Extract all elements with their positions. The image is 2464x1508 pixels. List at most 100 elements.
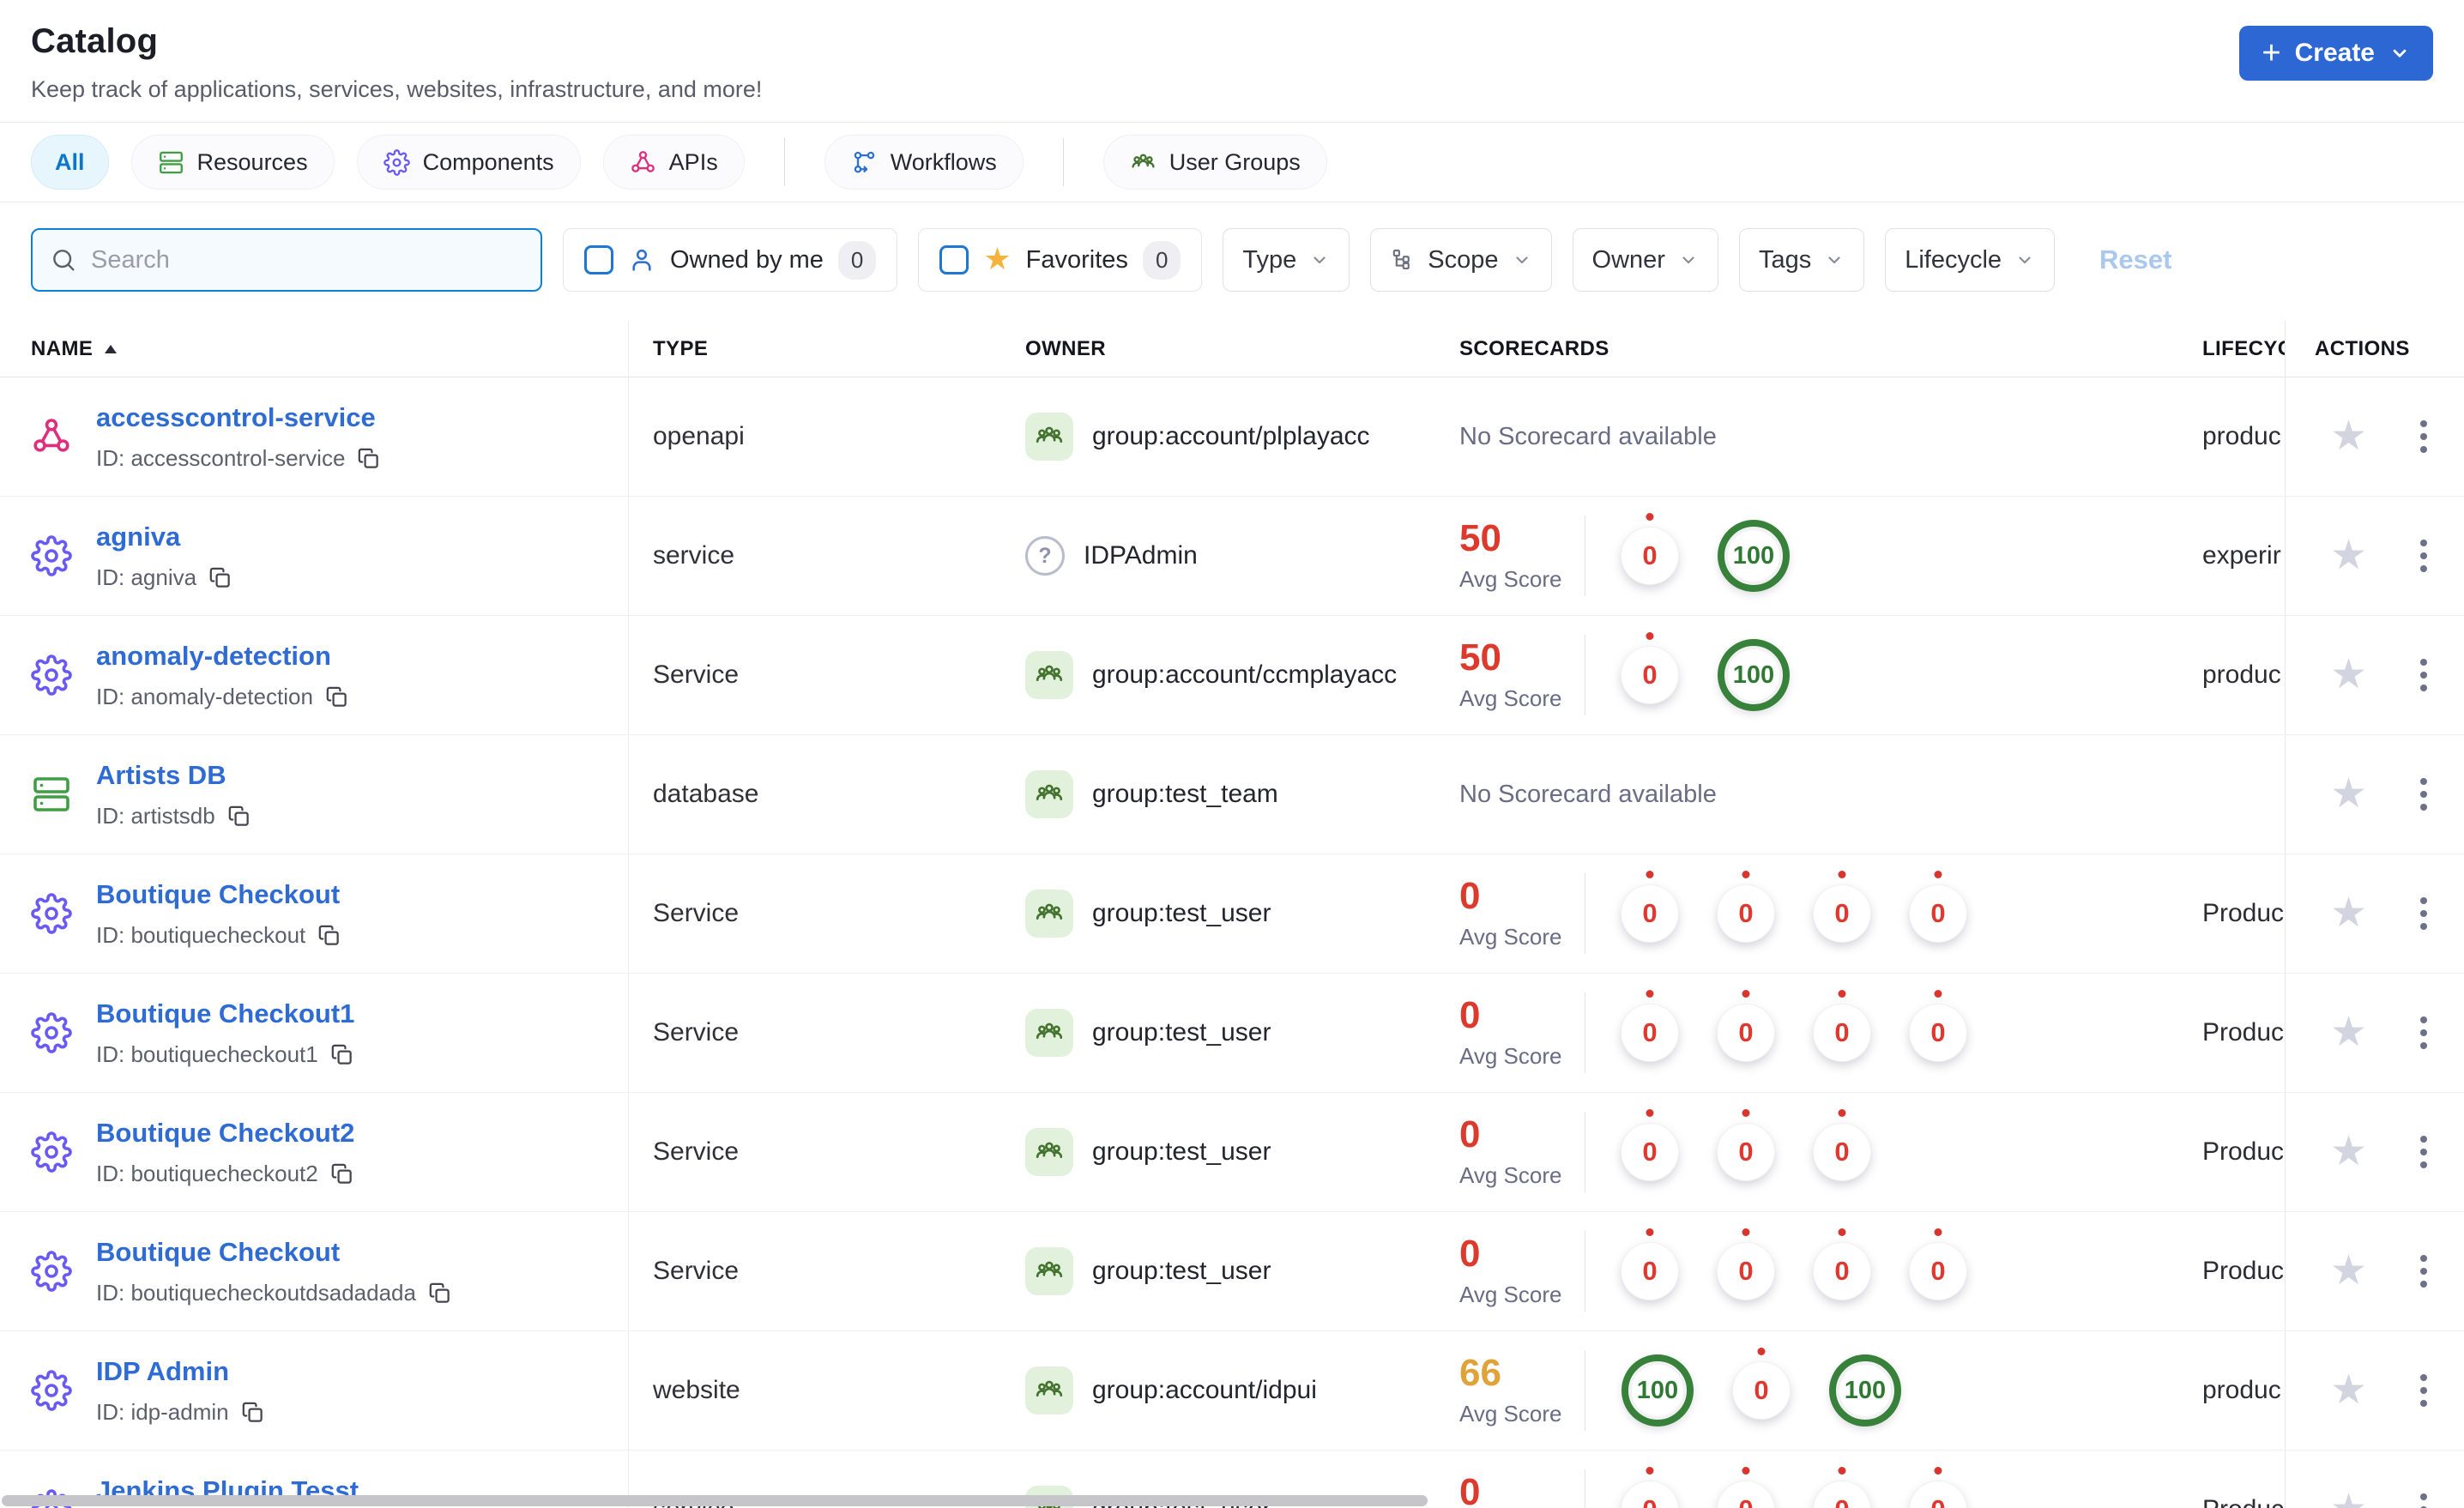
search-box[interactable]	[31, 228, 542, 292]
favorite-star-icon[interactable]	[2330, 893, 2367, 934]
scorecard-score-circle[interactable]: 0	[1622, 1124, 1678, 1180]
favorites-filter[interactable]: Favorites 0	[918, 228, 1203, 292]
scorecard-score-circle[interactable]: 100	[1718, 639, 1790, 711]
owned-by-me-checkbox[interactable]	[584, 245, 613, 274]
filter-dropdown-type[interactable]: Type	[1223, 228, 1350, 292]
scorecard-score-circle[interactable]: 0	[1718, 1004, 1774, 1061]
scorecard-score-circle[interactable]: 100	[1718, 520, 1790, 592]
scorecard-score-circle[interactable]: 0	[1622, 885, 1678, 942]
tab-user-groups[interactable]: User Groups	[1102, 135, 1327, 190]
dropdown-label: Tags	[1758, 245, 1812, 274]
scorecards-cell: No Scorecard available	[1430, 377, 2165, 496]
table-row[interactable]: Boutique Checkout2 ID: boutiquecheckout2 S…	[0, 1093, 2464, 1212]
horizontal-scrollbar-thumb[interactable]	[2, 1495, 1428, 1506]
filter-dropdown-tags[interactable]: Tags	[1738, 228, 1865, 292]
scorecard-score-circle[interactable]: 0	[1718, 1243, 1774, 1300]
entity-name-link[interactable]: IDP Admin	[96, 1356, 264, 1387]
scorecard-score-circle[interactable]: 0	[1814, 1481, 1870, 1508]
scorecard-score-circle[interactable]: 0	[1814, 1243, 1870, 1300]
scorecard-score-circle[interactable]: 0	[1814, 885, 1870, 942]
column-header-name[interactable]: NAME	[0, 321, 629, 377]
scorecard-score-circle[interactable]: 0	[1718, 885, 1774, 942]
copy-icon[interactable]	[428, 1282, 451, 1305]
create-button[interactable]: Create	[2239, 26, 2433, 81]
table-row[interactable]: IDP Admin ID: idp-admin website group:accou…	[0, 1331, 2464, 1451]
kebab-menu-icon[interactable]	[2407, 1012, 2441, 1053]
copy-icon[interactable]	[330, 1162, 353, 1185]
scorecard-score-circle[interactable]: 100	[1622, 1354, 1694, 1427]
dropdown-label: Scope	[1428, 245, 1499, 274]
scorecard-score-circle[interactable]: 0	[1814, 1124, 1870, 1180]
search-input[interactable]	[91, 245, 523, 274]
tab-resources[interactable]: Resources	[130, 135, 335, 190]
filter-dropdown-owner[interactable]: Owner	[1572, 228, 1718, 292]
favorite-star-icon[interactable]	[2330, 1489, 2367, 1508]
favorite-star-icon[interactable]	[2330, 1012, 2367, 1053]
entity-name-link[interactable]: Artists DB	[96, 760, 251, 791]
kebab-menu-icon[interactable]	[2407, 535, 2441, 576]
filter-dropdown-scope[interactable]: Scope	[1370, 228, 1552, 292]
copy-icon[interactable]	[330, 1043, 353, 1066]
scorecard-score-circle[interactable]: 0	[1718, 1481, 1774, 1508]
copy-icon[interactable]	[208, 566, 232, 589]
favorite-star-icon[interactable]	[2330, 774, 2367, 815]
favorite-star-icon[interactable]	[2330, 1131, 2367, 1173]
column-header-actions: ACTIONS	[2285, 321, 2464, 377]
favorite-star-icon[interactable]	[2330, 1251, 2367, 1292]
table-row[interactable]: accesscontrol-service ID: accesscontrol-s…	[0, 377, 2464, 497]
table-row[interactable]: Boutique Checkout1 ID: boutiquecheckout1 S…	[0, 974, 2464, 1093]
scorecard-score-circle[interactable]: 100	[1829, 1354, 1901, 1427]
scorecard-score-circle[interactable]: 0	[1622, 1481, 1678, 1508]
copy-icon[interactable]	[241, 1401, 264, 1424]
favorite-star-icon[interactable]	[2330, 416, 2367, 457]
entity-name-link[interactable]: agniva	[96, 522, 232, 552]
entity-name-link[interactable]: Boutique Checkout1	[96, 998, 354, 1029]
owned-by-me-filter[interactable]: Owned by me 0	[563, 228, 898, 292]
favorite-star-icon[interactable]	[2330, 1370, 2367, 1411]
scorecard-score-circle[interactable]: 0	[1622, 528, 1678, 584]
entity-name-link[interactable]: Boutique Checkout2	[96, 1118, 354, 1149]
favorites-checkbox[interactable]	[939, 245, 969, 274]
kebab-menu-icon[interactable]	[2407, 1131, 2441, 1173]
entity-name-link[interactable]: anomaly-detection	[96, 641, 348, 672]
copy-icon[interactable]	[357, 447, 380, 470]
tab-components[interactable]: Components	[356, 135, 581, 190]
table-row[interactable]: Boutique Checkout ID: boutiquecheckout Ser…	[0, 854, 2464, 974]
copy-icon[interactable]	[227, 805, 251, 828]
favorite-star-icon[interactable]	[2330, 654, 2367, 696]
kebab-menu-icon[interactable]	[2407, 654, 2441, 696]
entity-name-link[interactable]: accesscontrol-service	[96, 402, 380, 433]
scorecard-score-circle[interactable]: 0	[1910, 1481, 1966, 1508]
kebab-menu-icon[interactable]	[2407, 774, 2441, 815]
copy-icon[interactable]	[325, 685, 348, 709]
scorecard-score-circle[interactable]: 0	[1910, 1243, 1966, 1300]
tab-all[interactable]: All	[31, 135, 109, 190]
copy-icon[interactable]	[317, 924, 341, 947]
kebab-menu-icon[interactable]	[2407, 1370, 2441, 1411]
filter-dropdown-lifecycle[interactable]: Lifecycle	[1885, 228, 2056, 292]
scorecard-score-circle[interactable]: 0	[1622, 1004, 1678, 1061]
scorecard-score-circle[interactable]: 0	[1910, 1004, 1966, 1061]
table-row[interactable]: Boutique Checkout ID: boutiquecheckoutdsa…	[0, 1212, 2464, 1331]
kebab-menu-icon[interactable]	[2407, 893, 2441, 934]
entity-name-link[interactable]: Boutique Checkout	[96, 879, 341, 910]
tab-workflows[interactable]: Workflows	[824, 135, 1024, 190]
type-cell: Service	[653, 661, 740, 689]
tab-apis[interactable]: APIs	[602, 135, 745, 190]
scorecard-score-circle[interactable]: 0	[1910, 885, 1966, 942]
scorecard-score-circle[interactable]: 0	[1622, 1243, 1678, 1300]
kebab-menu-icon[interactable]	[2407, 1489, 2441, 1508]
entity-name-link[interactable]: Boutique Checkout	[96, 1237, 451, 1268]
scorecard-score-circle[interactable]: 0	[1814, 1004, 1870, 1061]
table-row[interactable]: anomaly-detection ID: anomaly-detection Se…	[0, 616, 2464, 735]
reset-filters-button[interactable]: Reset	[2099, 244, 2171, 275]
kebab-menu-icon[interactable]	[2407, 1251, 2441, 1292]
table-row[interactable]: agniva ID: agniva service IDPAdmin 50 Avg Sco…	[0, 497, 2464, 616]
scorecard-score-circle[interactable]: 0	[1733, 1362, 1790, 1419]
favorite-star-icon[interactable]	[2330, 535, 2367, 576]
scorecard-score-circle[interactable]: 0	[1718, 1124, 1774, 1180]
kebab-menu-icon[interactable]	[2407, 416, 2441, 457]
owner-label: group:account/ccmplayacc	[1092, 661, 1398, 689]
table-row[interactable]: Artists DB ID: artistsdb database group:tes…	[0, 735, 2464, 854]
scorecard-score-circle[interactable]: 0	[1622, 647, 1678, 703]
